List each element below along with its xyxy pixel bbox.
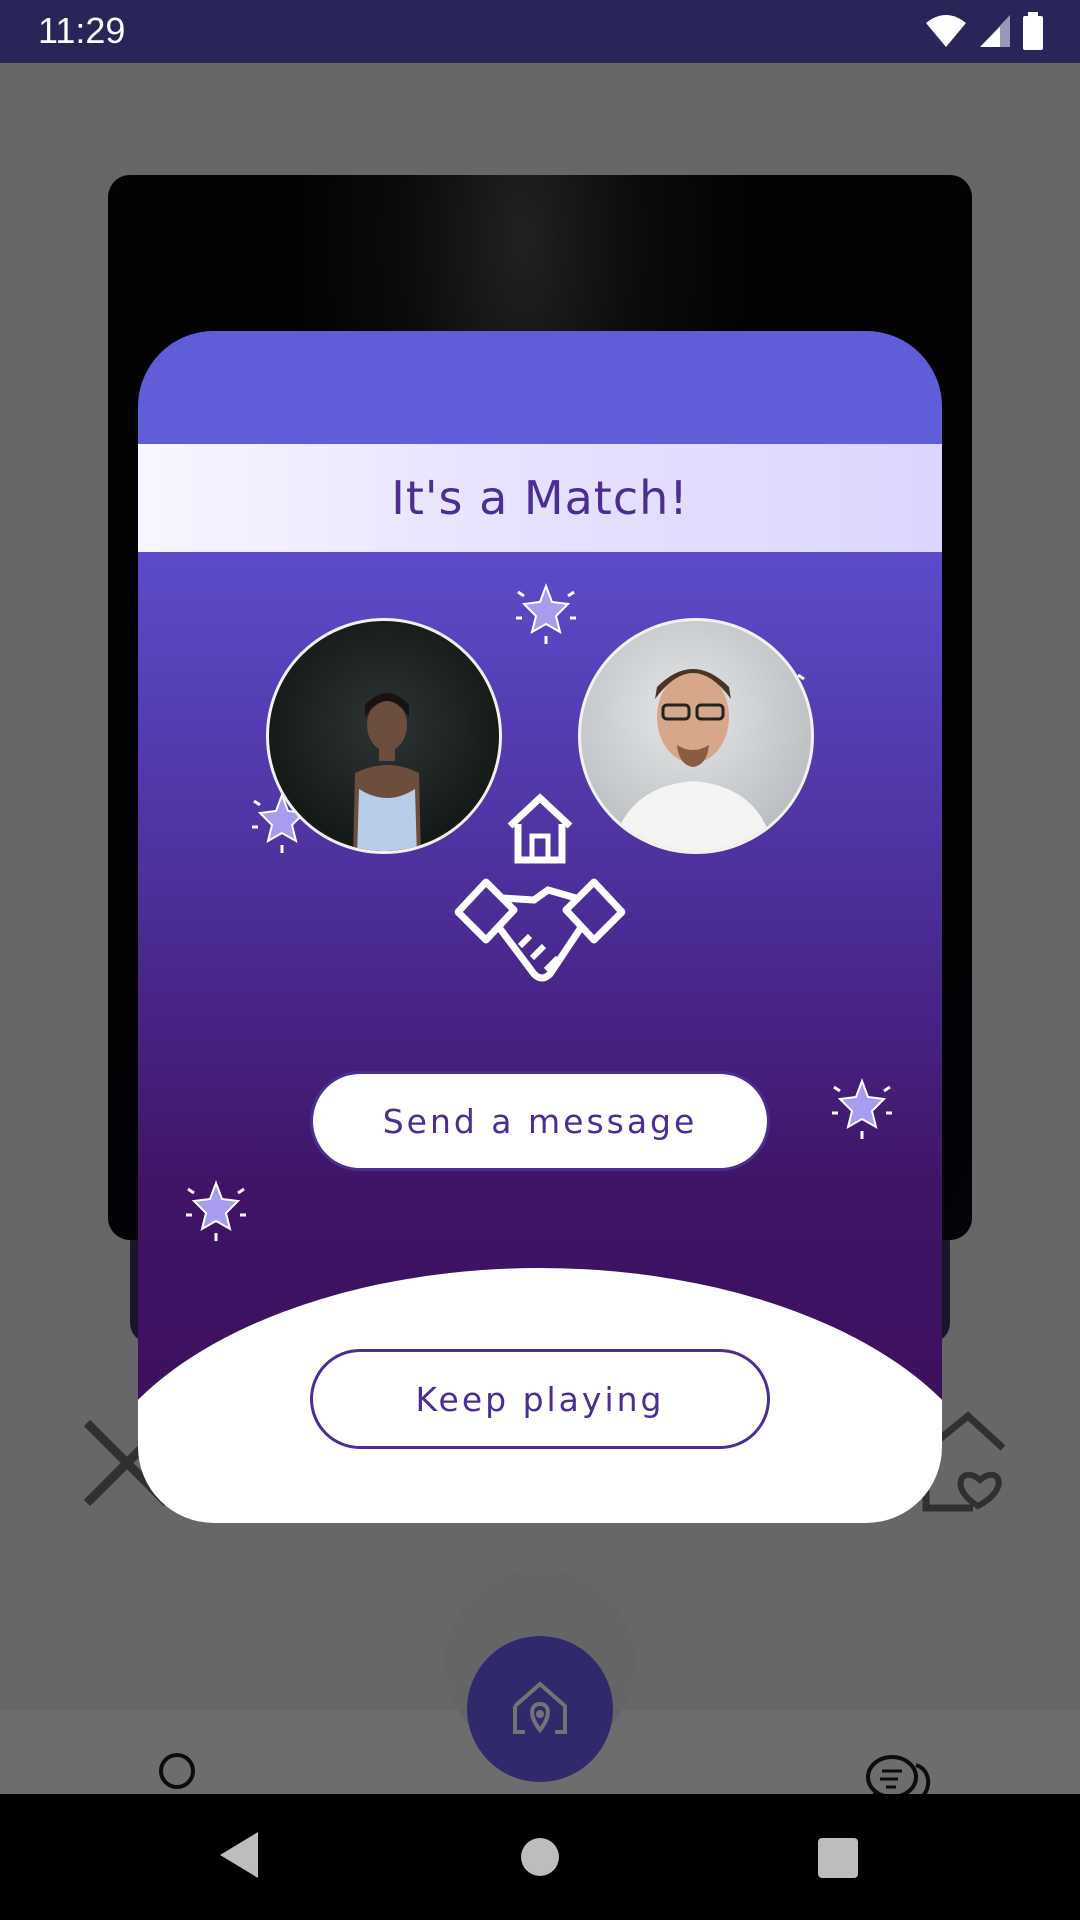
star-icon: [832, 1078, 892, 1139]
dialog-header: [138, 331, 942, 444]
star-icon: [516, 583, 576, 644]
star-icon: [186, 1180, 246, 1241]
match-dialog: It's a Match! Send a message Keep playin…: [138, 331, 942, 1523]
back-icon[interactable]: [218, 1830, 260, 1880]
recents-square-icon[interactable]: [818, 1838, 858, 1878]
send-message-button[interactable]: Send a message: [310, 1071, 770, 1171]
status-icons: [924, 12, 1044, 50]
match-banner: It's a Match!: [138, 444, 942, 552]
house-handshake-icon: [454, 793, 626, 982]
match-title: It's a Match!: [391, 471, 689, 525]
battery-icon: [1023, 12, 1043, 50]
keep-playing-button[interactable]: Keep playing: [310, 1349, 770, 1449]
status-bar: 11:29: [0, 0, 1080, 63]
cellular-signal-icon: [980, 15, 1010, 47]
home-circle-icon[interactable]: [521, 1838, 559, 1876]
status-time: 11:29: [38, 10, 126, 51]
wifi-icon: [926, 15, 966, 47]
